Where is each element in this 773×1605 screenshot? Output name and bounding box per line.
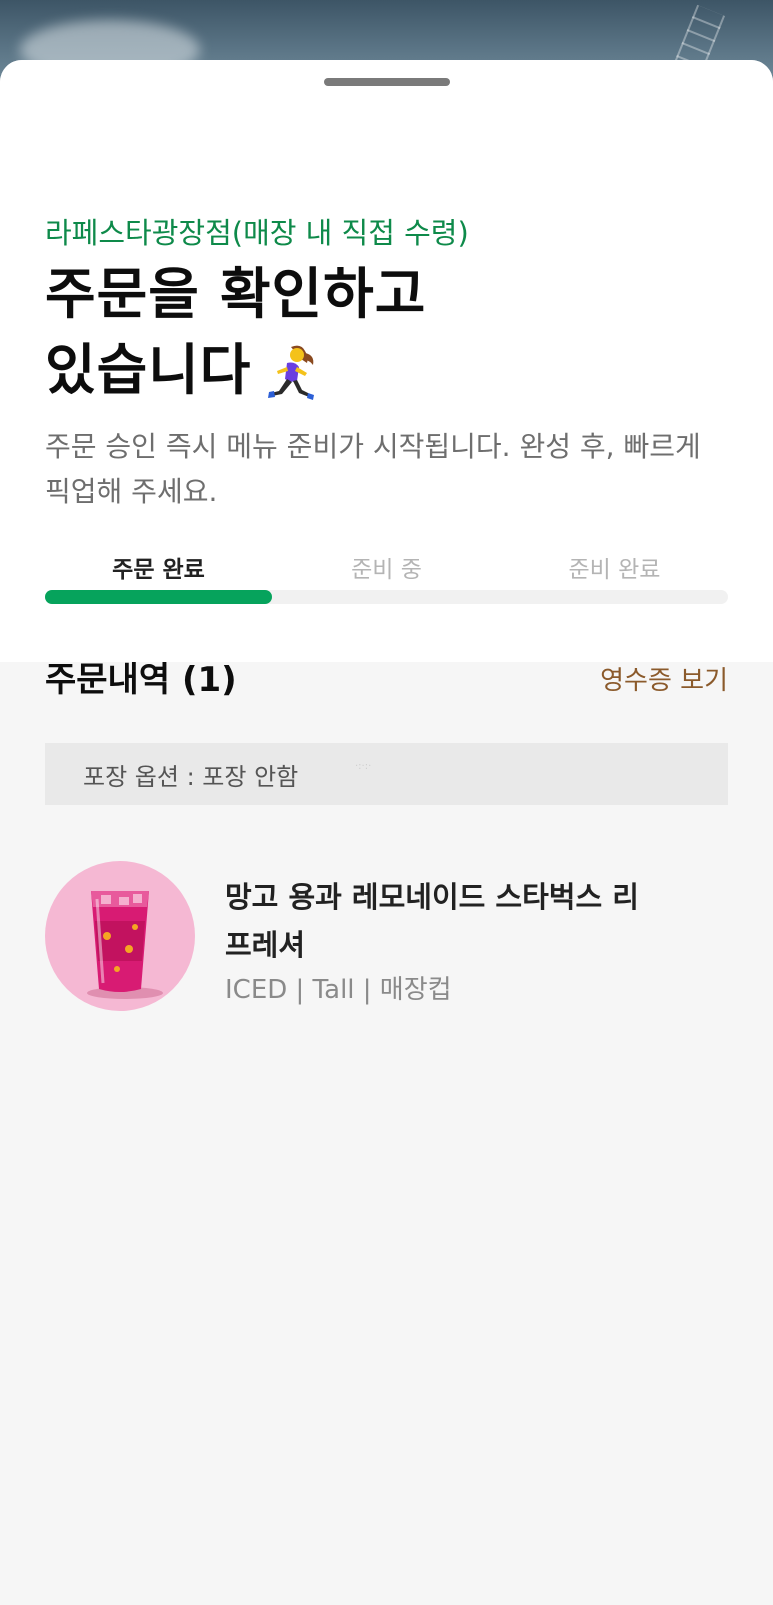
- faint-mark: ·:·:·: [355, 761, 372, 772]
- order-history-title: 주문내역 (1): [45, 660, 237, 700]
- order-status-sheet: 라페스타광장점(매장 내 직접 수령) 주문을 확인하고 있습니다 주문 승인 …: [0, 60, 773, 1605]
- drink-thumbnail: [45, 861, 195, 1011]
- iced-drink-icon: [87, 891, 163, 999]
- item-name: 망고 용과 레모네이드 스타벅스 리프레셔: [225, 880, 639, 962]
- packaging-option-box: 포장 옵션 : 포장 안함 ·:·:·: [45, 743, 728, 805]
- item-options: ICED | Tall | 매장컵: [225, 975, 452, 1005]
- order-item: 망고 용과 레모네이드 스타벅스 리프레셔 ICED | Tall | 매장컵: [45, 861, 728, 1013]
- view-receipt-link[interactable]: 영수증 보기: [600, 660, 728, 697]
- order-history-section: 주문내역 (1) 영수증 보기 포장 옵션 : 포장 안함 ·:·:· 망고 용…: [0, 60, 773, 1605]
- packaging-option-text: 포장 옵션 : 포장 안함: [83, 763, 299, 791]
